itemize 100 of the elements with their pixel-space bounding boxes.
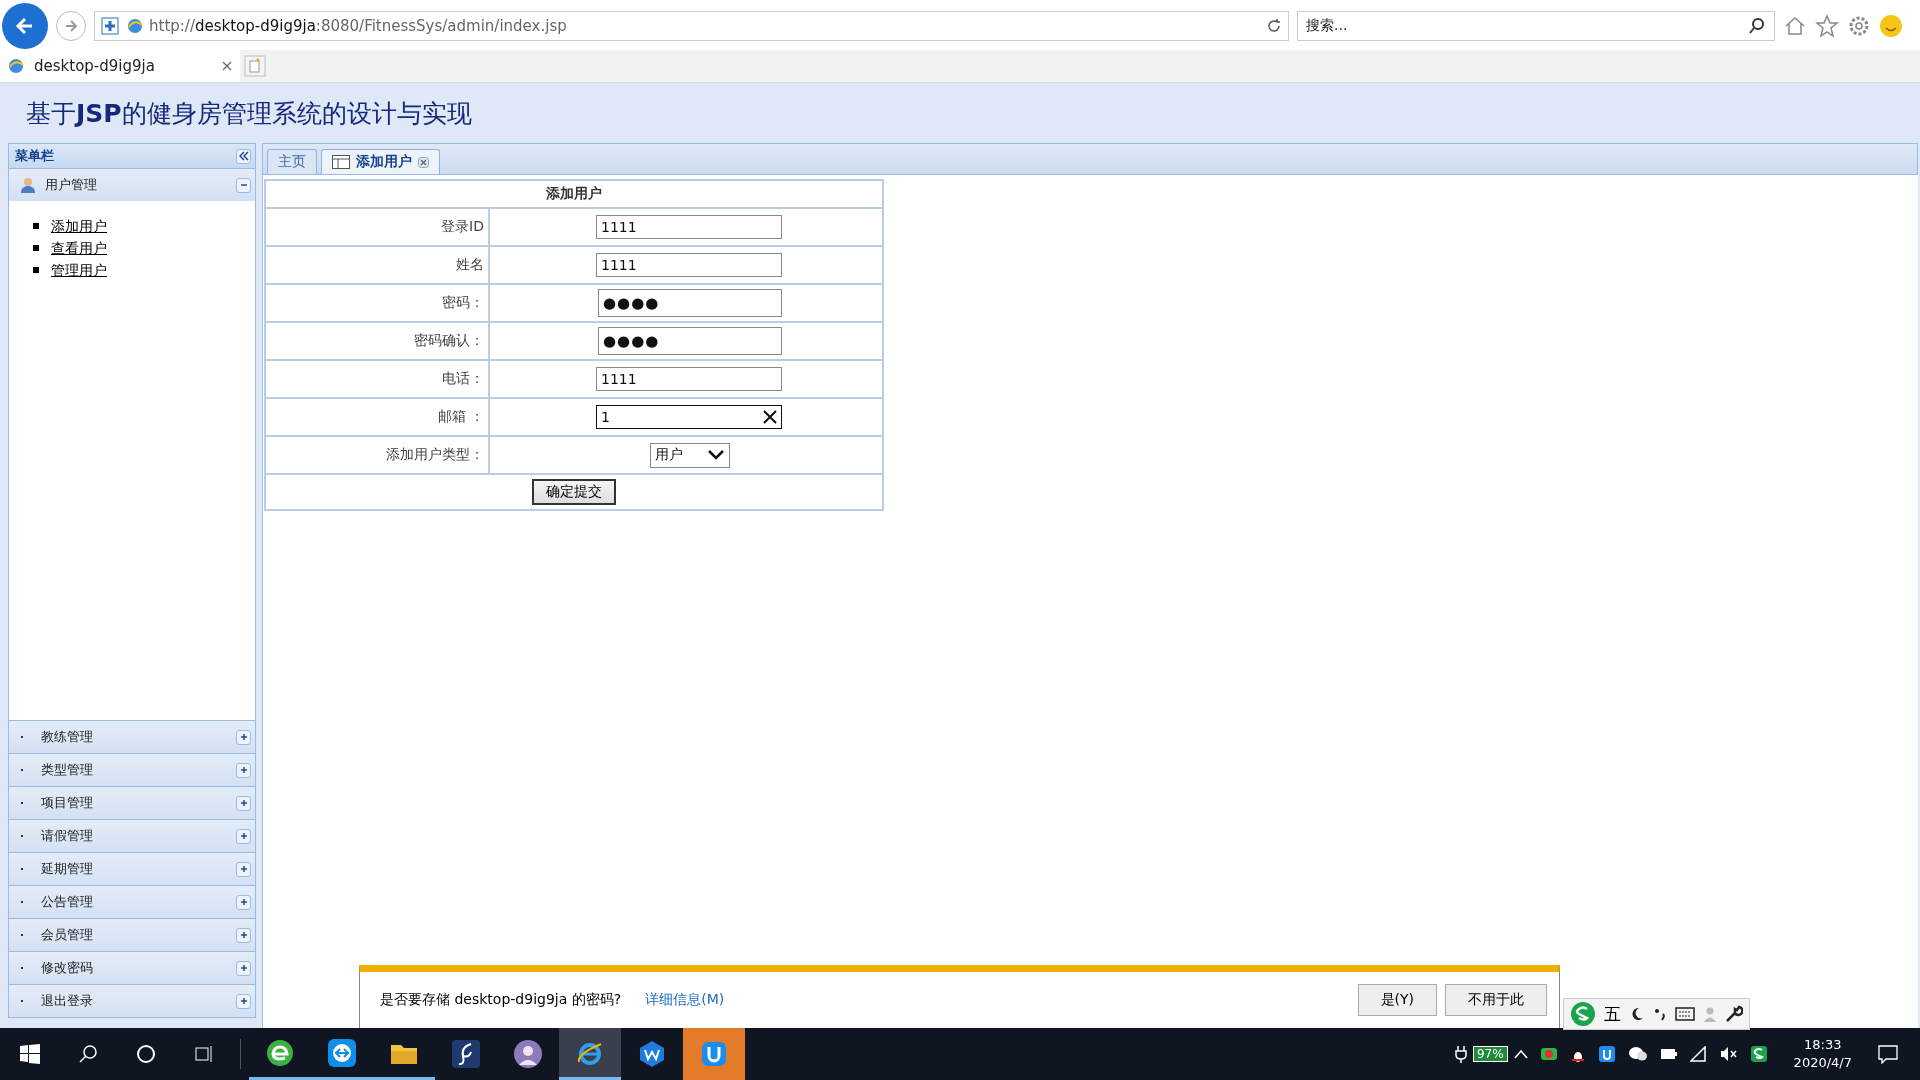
forward-button[interactable] — [56, 11, 86, 41]
input-field[interactable]: 1111 — [596, 367, 782, 391]
sidebar-title: 菜单栏 — [15, 147, 55, 165]
plus-icon — [238, 864, 249, 874]
plus-icon — [238, 897, 249, 907]
menu-link[interactable]: 管理用户 — [51, 259, 107, 281]
w-app-icon[interactable] — [637, 1039, 667, 1069]
field-label: 电话： — [265, 360, 489, 398]
wrench-icon[interactable] — [1725, 1005, 1743, 1023]
address-bar[interactable]: http://desktop-d9ig9ja:8080/FitnessSys/admin/index.jsp — [94, 11, 1289, 41]
chat-icon[interactable] — [1627, 1045, 1648, 1063]
remote-app-icon[interactable] — [327, 1037, 357, 1068]
password-field[interactable]: ●●●● — [598, 327, 782, 355]
bullet-icon — [33, 223, 39, 229]
collapse-button[interactable] — [236, 177, 251, 193]
globe-icon — [8, 58, 24, 74]
page-tab[interactable]: 添加用户 — [321, 149, 440, 174]
round-avatar-icon[interactable] — [513, 1039, 543, 1069]
browser-app-icon[interactable] — [265, 1037, 295, 1068]
browser-tab[interactable]: desktop-d9ig9ja — [0, 50, 240, 82]
password-field[interactable]: ●●●● — [598, 289, 782, 317]
submit-button[interactable]: 确定提交 — [532, 479, 616, 505]
expand-button[interactable] — [236, 861, 251, 877]
time-text: 18:33 — [1804, 1036, 1842, 1054]
u-app-icon[interactable] — [699, 1039, 729, 1069]
plus-icon — [238, 963, 249, 973]
forward-arrow-icon — [63, 18, 79, 34]
plus-icon — [238, 732, 249, 742]
penguin-icon[interactable] — [1569, 1045, 1586, 1063]
close-icon[interactable] — [222, 61, 232, 71]
expand-button[interactable] — [236, 927, 251, 943]
ime-mode[interactable]: 五 — [1604, 1002, 1621, 1026]
notification-icon[interactable] — [1878, 1044, 1898, 1064]
bullet-icon — [33, 267, 39, 273]
url-text: http://desktop-d9ig9ja:8080/FitnessSys/admin/index.jsp — [149, 17, 568, 35]
search-field[interactable]: 搜索... — [1297, 11, 1775, 41]
battery-indicator[interactable]: 97% — [1472, 1046, 1508, 1062]
tray-app-icon[interactable] — [1597, 1045, 1616, 1063]
clear-icon[interactable] — [763, 410, 777, 424]
field-label: 密码确认： — [265, 322, 489, 360]
search-icon[interactable] — [1748, 17, 1766, 35]
expand-button[interactable] — [236, 894, 251, 910]
search-icon[interactable] — [78, 1044, 98, 1064]
menu-link[interactable]: 添加用户 — [51, 215, 107, 237]
prompt-button[interactable]: 不用于此 — [1445, 984, 1547, 1016]
type-dropdown[interactable]: 用户 — [650, 442, 730, 468]
settings-icon[interactable] — [1847, 14, 1871, 38]
prompt-message: 是否要存储 desktop-d9ig9ja 的密码? — [380, 991, 622, 1009]
expand-button[interactable] — [236, 729, 251, 745]
field-label: 添加用户类型： — [265, 436, 489, 474]
power-plug-icon[interactable] — [1454, 1045, 1467, 1063]
menu-link[interactable]: 查看用户 — [51, 237, 107, 259]
windows-start-icon[interactable] — [20, 1044, 40, 1064]
tab-title: desktop-d9ig9ja — [34, 57, 156, 75]
smiley-icon[interactable] — [1879, 14, 1903, 38]
prompt-button[interactable]: 是(Y) — [1357, 984, 1437, 1016]
wifi-icon[interactable] — [1689, 1046, 1708, 1062]
input-field[interactable]: 1111 — [596, 253, 782, 277]
input-field[interactable]: 1111 — [596, 215, 782, 239]
tray-app-icon[interactable] — [1539, 1045, 1558, 1063]
plus-icon — [238, 798, 249, 808]
plus-icon — [238, 930, 249, 940]
expand-button[interactable] — [236, 762, 251, 778]
double-chevron-icon — [238, 151, 249, 161]
grid-icon — [332, 155, 350, 169]
input-field[interactable]: 1 — [596, 405, 782, 429]
expand-button[interactable] — [236, 828, 251, 844]
task-view-icon[interactable] — [194, 1044, 214, 1064]
circle-icon[interactable] — [136, 1044, 156, 1064]
clock[interactable]: 18:33 2020/4/7 — [1793, 1036, 1852, 1072]
shield-icon — [101, 17, 121, 35]
user-icon — [19, 176, 37, 194]
expand-button[interactable] — [236, 960, 251, 976]
expand-button[interactable] — [236, 795, 251, 811]
bullet-icon — [33, 245, 39, 251]
star-icon[interactable] — [1815, 14, 1839, 38]
collapse-button[interactable] — [236, 148, 251, 164]
page-tab[interactable]: 主页 — [267, 149, 317, 174]
globe-icon — [127, 18, 143, 34]
punctuation-icon[interactable] — [1653, 1006, 1667, 1022]
close-icon[interactable] — [418, 156, 429, 168]
plus-icon — [238, 765, 249, 775]
page-title: 基于JSP的健身房管理系统的设计与实现 — [26, 97, 472, 130]
field-label: 姓名 — [265, 246, 489, 284]
home-icon[interactable] — [1783, 14, 1807, 38]
date-text: 2020/4/7 — [1793, 1054, 1852, 1072]
details-link[interactable]: 详细信息(M) — [645, 991, 725, 1009]
mute-speaker-icon[interactable] — [1719, 1046, 1738, 1062]
expand-button[interactable] — [236, 993, 251, 1009]
pen-app-icon[interactable] — [451, 1039, 481, 1069]
battery-icon[interactable] — [1659, 1048, 1678, 1060]
back-button[interactable] — [2, 3, 48, 49]
field-label: 密码： — [265, 284, 489, 322]
ime-logo-icon[interactable] — [1749, 1045, 1768, 1063]
form-title: 添加用户 — [265, 180, 883, 208]
plus-icon — [238, 996, 249, 1006]
field-label: 登录ID — [265, 208, 489, 246]
refresh-icon[interactable] — [1266, 18, 1282, 34]
keyboard-icon[interactable] — [1675, 1007, 1695, 1021]
chevron-up-icon[interactable] — [1513, 1049, 1528, 1059]
